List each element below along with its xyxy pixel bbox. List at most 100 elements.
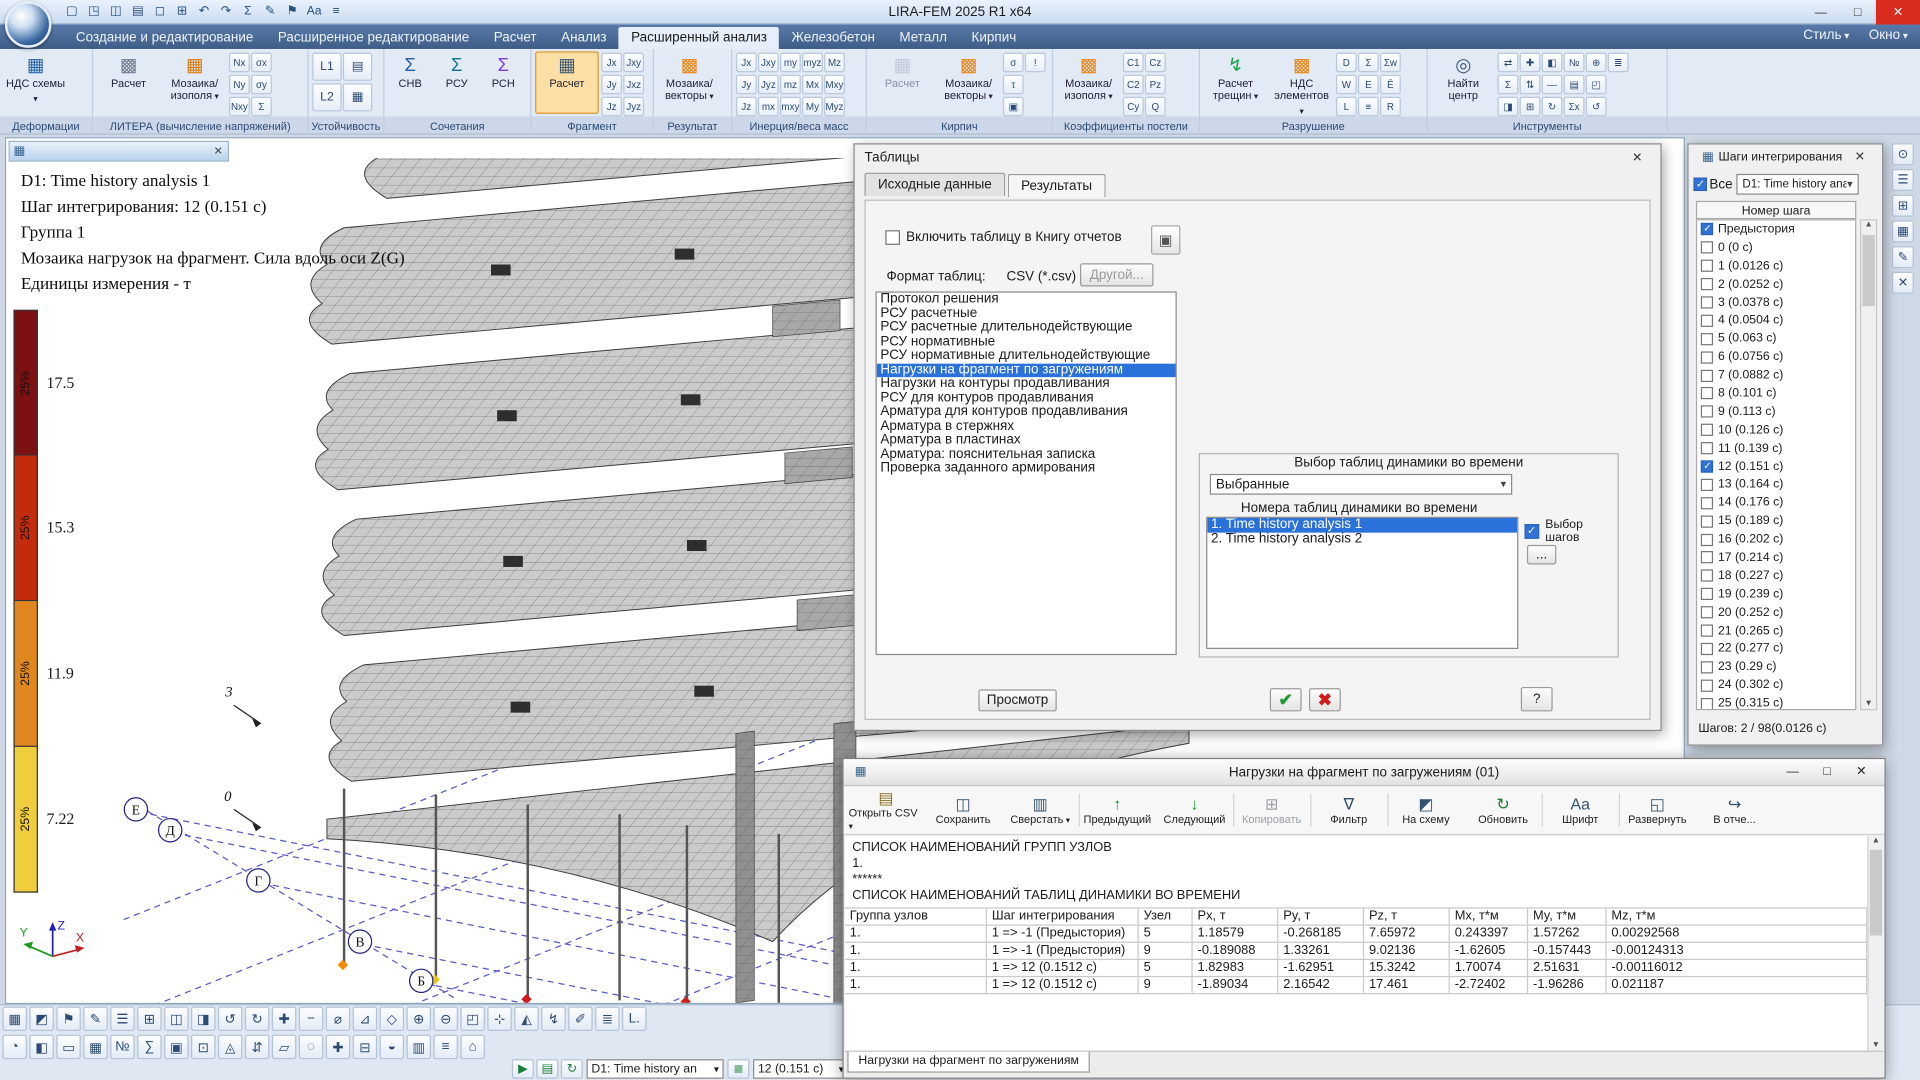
ribbon-small-icon[interactable]: myz: [802, 53, 823, 73]
half-view-icon[interactable]: ◨: [191, 1007, 215, 1031]
scroll-down-icon[interactable]: ▼: [1861, 699, 1876, 708]
node-icon[interactable]: ⊡: [191, 1035, 215, 1059]
ribbon-small-icon[interactable]: Cz: [1145, 53, 1166, 73]
pan-icon[interactable]: ⊹: [487, 1007, 511, 1031]
sphere-icon[interactable]: ◒: [380, 1035, 404, 1059]
step-checkbox[interactable]: [1701, 223, 1713, 235]
expand-button[interactable]: ◱ Развернуть: [1620, 787, 1695, 832]
ribbon-small-icon[interactable]: !: [1025, 53, 1046, 73]
column-header[interactable]: Шаг интегрирования: [987, 909, 1139, 925]
minimize-button[interactable]: —: [1802, 0, 1839, 24]
next-button[interactable]: ↓ Следующий: [1157, 787, 1232, 832]
ribbon-small-icon[interactable]: C1: [1123, 53, 1144, 73]
zoom-window-icon[interactable]: ◰: [460, 1007, 484, 1031]
ribbon-small-icon[interactable]: Mxy: [824, 75, 845, 95]
ribbon-small-icon[interactable]: mx: [758, 97, 779, 117]
step-checkbox[interactable]: [1701, 606, 1713, 618]
dyn-tables-select[interactable]: Выбранные: [1210, 474, 1512, 495]
ribbon-small-icon[interactable]: Ē: [1380, 75, 1401, 95]
column-header[interactable]: Узел: [1139, 909, 1193, 925]
step-checkbox[interactable]: [1701, 424, 1713, 436]
scrollbar-thumb[interactable]: [1870, 850, 1882, 936]
step-checkbox[interactable]: [1701, 497, 1713, 509]
ribbon-small-icon[interactable]: Jy: [601, 75, 622, 95]
zoom-out-icon[interactable]: ⊖: [433, 1007, 457, 1031]
load-case-select[interactable]: D1: Time history analy:: [1736, 174, 1858, 195]
brick-mosaic-button[interactable]: ▩ Мозаика/векторы: [937, 51, 1001, 113]
local-axes-icon[interactable]: L.: [622, 1007, 646, 1031]
viewport-close-icon[interactable]: ✕: [214, 144, 223, 157]
add-icon[interactable]: ✚: [272, 1007, 296, 1031]
ribbon-small-icon[interactable]: W: [1336, 75, 1357, 95]
integration-step-row[interactable]: 4 (0.0504 с): [1697, 312, 1855, 330]
ribbon-small-icon[interactable]: σy: [251, 75, 272, 95]
ribbon-small-icon[interactable]: Σw: [1380, 53, 1401, 73]
ribbon-small-icon[interactable]: ⊕: [1586, 53, 1607, 73]
ribbon-small-icon[interactable]: Jx: [601, 53, 622, 73]
table-list-item[interactable]: РСУ нормативные длительнодействующие: [877, 349, 1176, 363]
ribbon-small-icon[interactable]: Σх: [1564, 97, 1585, 117]
step-checkbox[interactable]: [1701, 515, 1713, 527]
dyn-table-item[interactable]: 2. Time history analysis 2: [1207, 532, 1517, 546]
results-maximize-button[interactable]: □: [1811, 761, 1843, 783]
table-row[interactable]: 1. 1 => 12 (0.1512 с) 9 -1.89034 2.16542…: [845, 977, 1867, 994]
integration-step-row[interactable]: 10 (0.126 с): [1697, 421, 1855, 439]
table-list-item[interactable]: Нагрузки на контуры продавливания: [877, 377, 1176, 391]
integration-step-row[interactable]: 22 (0.277 с): [1697, 640, 1855, 658]
table-list-item[interactable]: Арматура в пластинах: [877, 433, 1176, 447]
ribbon-small-icon[interactable]: ↻: [1542, 97, 1563, 117]
step-checkbox[interactable]: [1701, 369, 1713, 381]
copy-icon[interactable]: ⊞: [171, 1, 192, 22]
ribbon-small-icon[interactable]: L1: [312, 53, 341, 81]
integration-step-row[interactable]: 7 (0.0882 с): [1697, 366, 1855, 384]
integration-step-row[interactable]: Предыстория: [1697, 220, 1855, 238]
ribbon-tab[interactable]: Железобетон: [779, 27, 887, 49]
panel-note-icon[interactable]: ✎: [1892, 246, 1914, 268]
panel-grid-icon[interactable]: ⊞: [1892, 195, 1914, 217]
open-csv-button[interactable]: ▤ Открыть CSV: [849, 787, 924, 832]
include-report-checkbox[interactable]: Включить таблицу в Книгу отчетов: [885, 230, 1121, 245]
rotate-view-icon[interactable]: ◭: [514, 1007, 538, 1031]
ribbon-small-icon[interactable]: ▦: [343, 83, 372, 111]
panel-close-icon[interactable]: ✕: [1847, 150, 1872, 163]
dialog-tab[interactable]: Исходные данные: [864, 173, 1005, 196]
scroll-up-icon[interactable]: ▲: [1864, 220, 1872, 229]
litera-calc-button[interactable]: ▩ Расчет: [97, 51, 161, 113]
plane-icon[interactable]: ◇: [380, 1007, 404, 1031]
table-list-item[interactable]: Арматура для контуров продавливания: [877, 405, 1176, 419]
save-button[interactable]: ◫ Сохранить: [926, 787, 1001, 832]
results-minimize-button[interactable]: —: [1777, 761, 1809, 783]
ribbon-small-icon[interactable]: —: [1542, 75, 1563, 95]
copy-button[interactable]: ⊞ Копировать: [1234, 787, 1309, 832]
layout-button[interactable]: ▥ Сверстать: [1003, 787, 1078, 832]
fragment-calc-button[interactable]: ▦ Расчет: [535, 51, 599, 113]
to-report-button[interactable]: ↪ В отче...: [1697, 787, 1772, 832]
maximize-button[interactable]: □: [1839, 0, 1876, 24]
other-format-button[interactable]: Другой...: [1080, 263, 1153, 286]
rsn-button[interactable]: Σ РСН: [481, 51, 525, 113]
step-checkbox[interactable]: [1701, 406, 1713, 418]
ribbon-small-icon[interactable]: ▤: [343, 53, 372, 81]
numbers-icon[interactable]: №: [110, 1035, 134, 1059]
ribbon-small-icon[interactable]: Jy: [736, 75, 757, 95]
report-settings-button[interactable]: ▣: [1151, 225, 1180, 254]
column-header[interactable]: My, т*м: [1528, 909, 1606, 925]
integration-step-row[interactable]: 9 (0.113 с): [1697, 403, 1855, 421]
ribbon-small-icon[interactable]: mz: [780, 75, 801, 95]
cancel-button[interactable]: ✖: [1309, 688, 1341, 711]
result-mode-icon[interactable]: ▶: [512, 1059, 534, 1079]
ribbon-small-icon[interactable]: mxy: [780, 97, 801, 117]
panel-list-icon[interactable]: ☰: [1892, 169, 1914, 191]
ribbon-small-icon[interactable]: C2: [1123, 75, 1144, 95]
step-checkbox[interactable]: [1701, 570, 1713, 582]
step-checkbox[interactable]: [1701, 588, 1713, 600]
mesh-icon[interactable]: ▦: [83, 1035, 107, 1059]
panel-pin-icon[interactable]: ⊙: [1892, 143, 1914, 165]
ribbon-small-icon[interactable]: Cy: [1123, 97, 1144, 117]
ribbon-small-icon[interactable]: Nxy: [229, 97, 250, 117]
step-checkbox[interactable]: [1701, 387, 1713, 399]
rsu-button[interactable]: Σ РСУ: [435, 51, 479, 113]
select-mesh-icon[interactable]: ▦: [2, 1007, 26, 1031]
table-list-item[interactable]: Проверка заданного армирования: [877, 462, 1176, 476]
list-icon[interactable]: ☰: [110, 1007, 134, 1031]
